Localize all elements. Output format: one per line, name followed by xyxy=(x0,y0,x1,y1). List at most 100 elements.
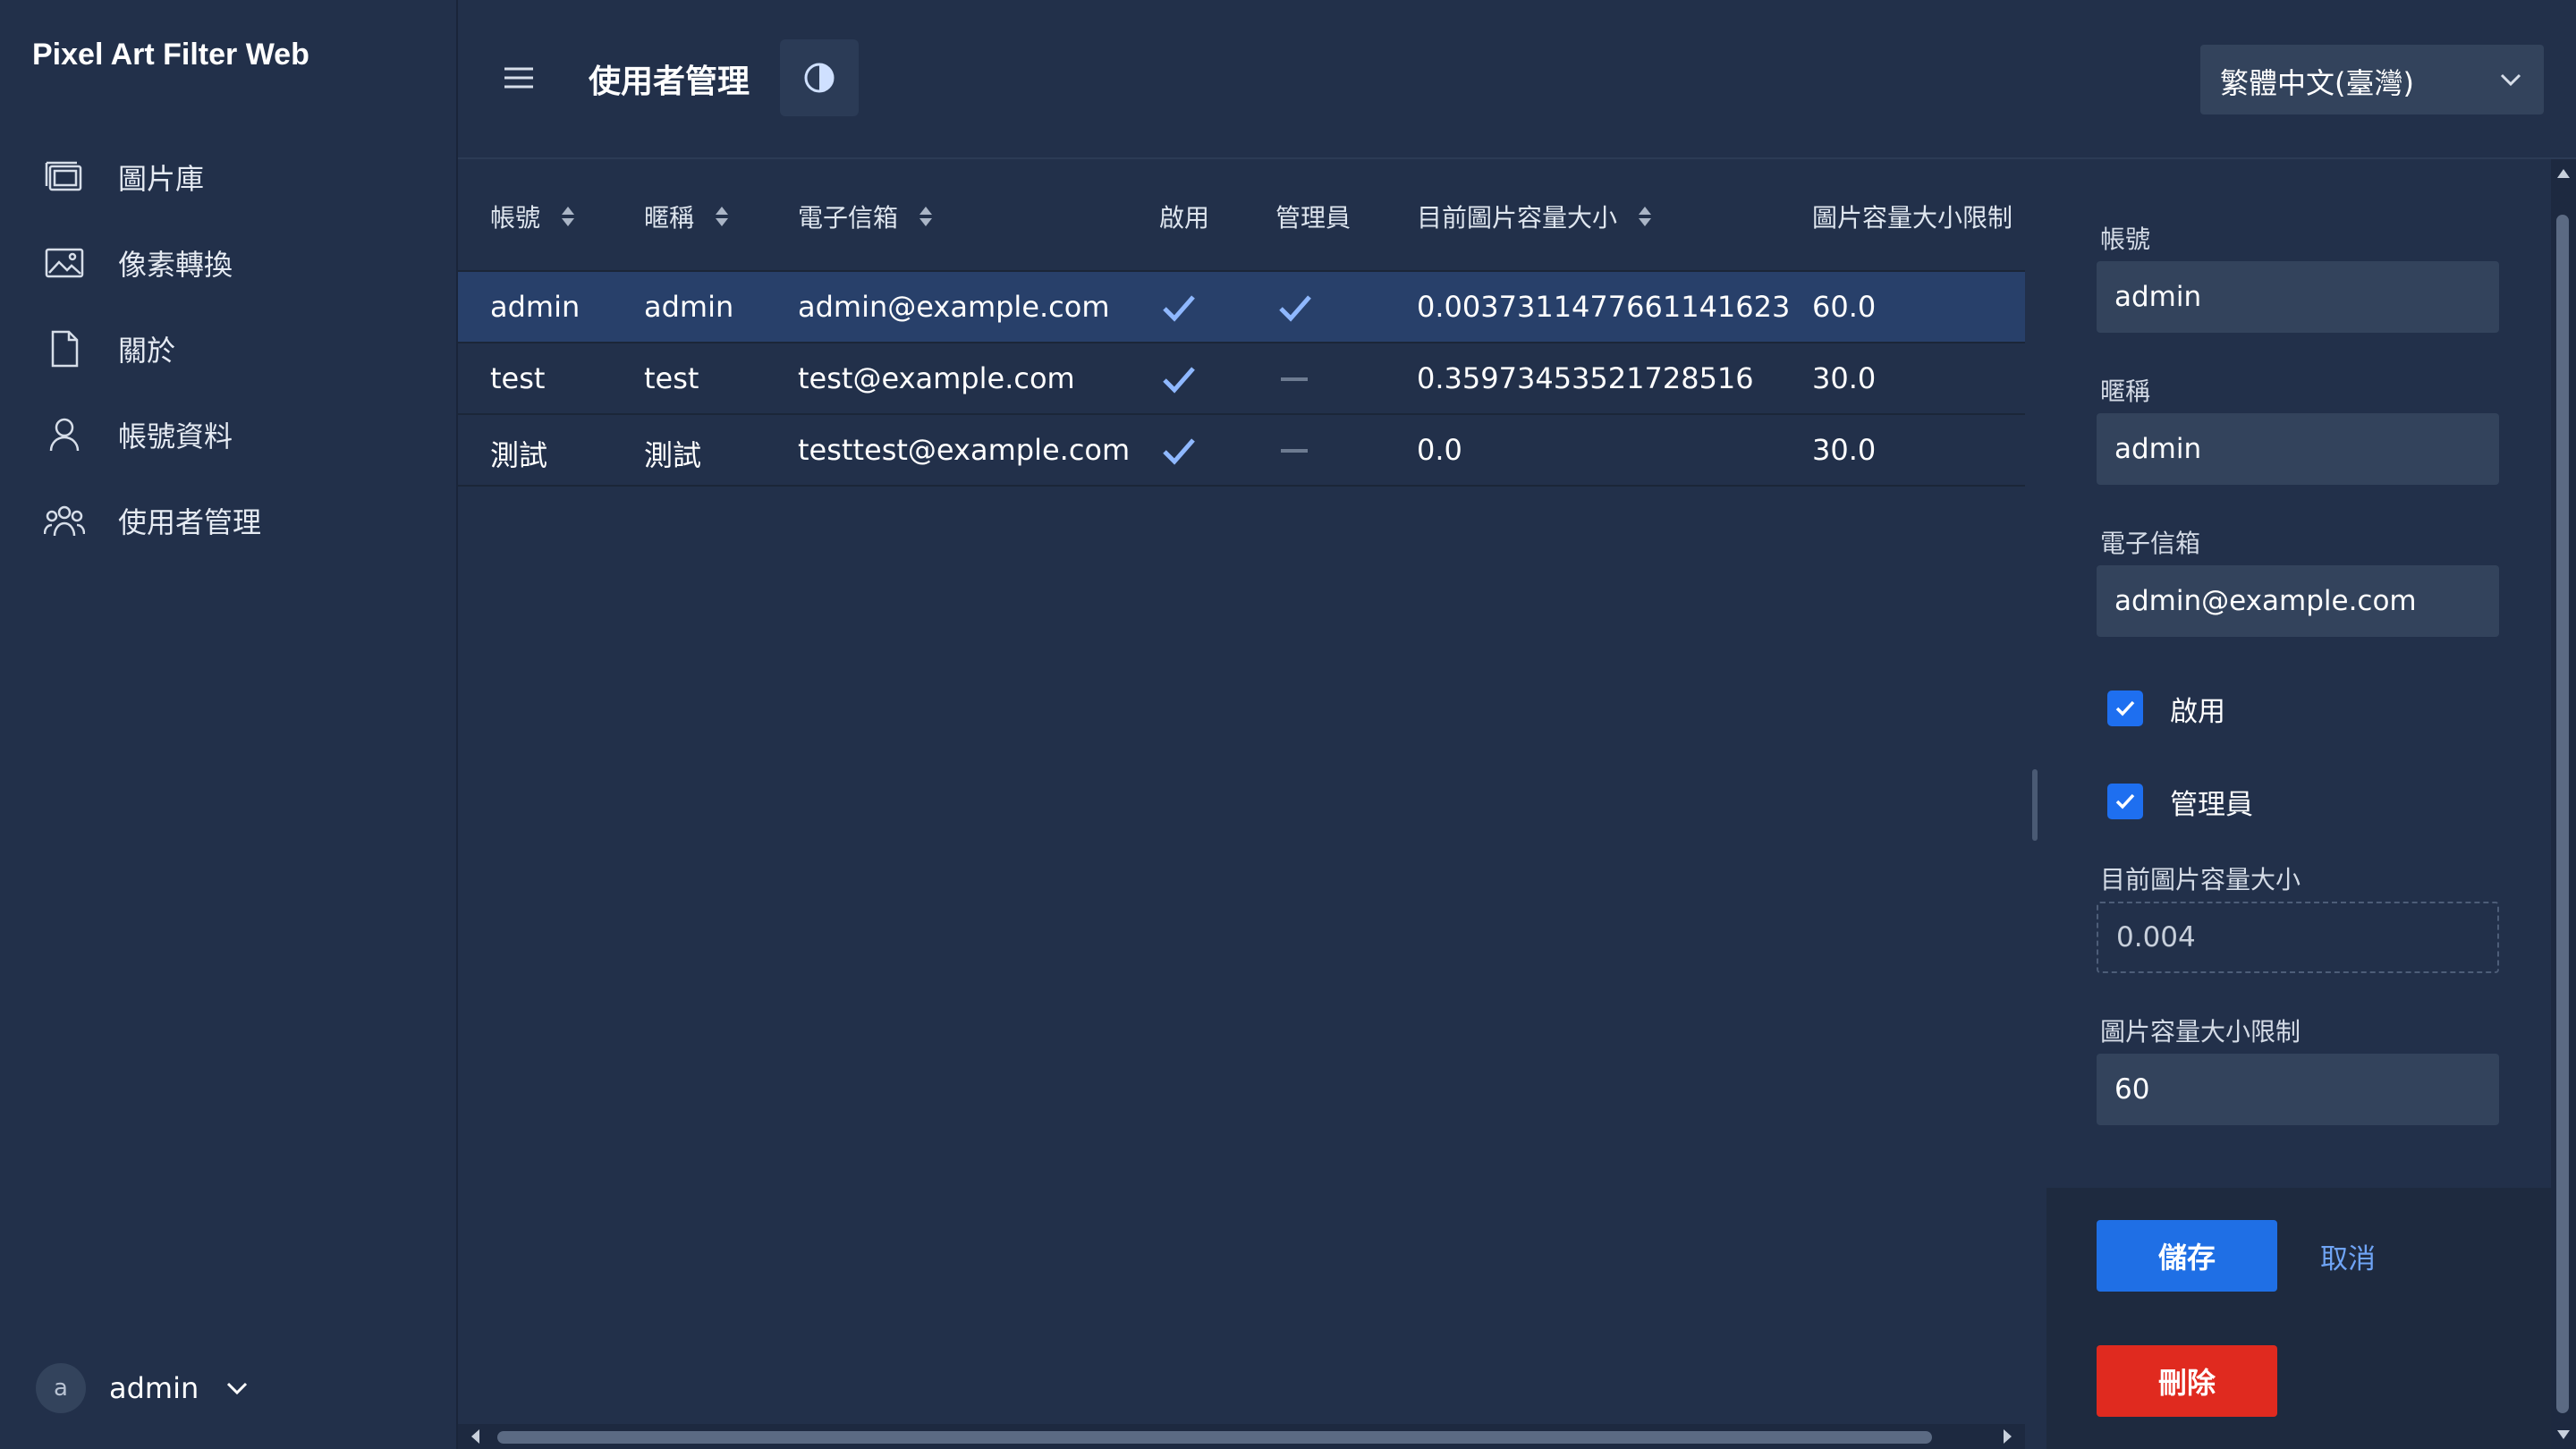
column-header-account[interactable]: 帳號 xyxy=(490,199,576,234)
column-label: 電子信箱 xyxy=(798,203,899,233)
enabled-label: 啟用 xyxy=(2170,695,2225,728)
cell-usage: 0.35973453521728516 xyxy=(1417,361,1754,395)
gallery-icon xyxy=(43,156,86,199)
cell-account: 測試 xyxy=(490,438,548,472)
cell-limit: 30.0 xyxy=(1812,433,1877,467)
cell-usage: 0.0037311477661141623 xyxy=(1417,290,1791,324)
check-icon xyxy=(1163,295,1195,322)
check-icon xyxy=(2115,793,2135,809)
cell-limit: 60.0 xyxy=(1812,290,1877,324)
cell-account: admin xyxy=(490,290,580,324)
limit-label: 圖片容量大小限制 xyxy=(2100,1017,2301,1046)
column-label: 管理員 xyxy=(1275,203,1352,233)
admin-label: 管理員 xyxy=(2170,788,2253,821)
sidebar-item-pixel-convert[interactable]: 像素轉換 xyxy=(0,227,456,299)
scrollbar-thumb[interactable] xyxy=(497,1431,1932,1444)
sidebar-item-about[interactable]: 關於 xyxy=(0,313,456,385)
delete-button[interactable]: 刪除 xyxy=(2097,1345,2277,1417)
resize-handle[interactable] xyxy=(2032,769,2038,841)
language-select[interactable]: 繁體中文(臺灣) xyxy=(2200,45,2544,114)
cell-account: test xyxy=(490,361,546,395)
scrollbar-thumb[interactable] xyxy=(2556,215,2569,1413)
users-table: 帳號 暱稱 電子信箱 啟用 管理員 目前圖片容量大小 圖片容量大小限制 admi… xyxy=(458,159,2025,1428)
sidebar-item-user-management[interactable]: 使用者管理 xyxy=(0,485,456,556)
enabled-checkbox-row[interactable]: 啟用 xyxy=(2107,687,2225,730)
scroll-down-icon xyxy=(2557,1430,2570,1439)
column-header-usage[interactable]: 目前圖片容量大小 xyxy=(1417,199,1653,234)
sidebar-item-label: 使用者管理 xyxy=(118,505,262,539)
cancel-button[interactable]: 取消 xyxy=(2320,1236,2376,1276)
page-title: 使用者管理 xyxy=(589,64,750,100)
column-header-email[interactable]: 電子信箱 xyxy=(798,199,934,234)
sidebar-item-account[interactable]: 帳號資料 xyxy=(0,399,456,470)
cell-nickname: 測試 xyxy=(644,438,702,472)
account-label: 帳號 xyxy=(2100,225,2151,254)
table-row[interactable]: admin admin admin@example.com 0.00373114… xyxy=(458,272,2025,343)
column-label: 目前圖片容量大小 xyxy=(1417,203,1618,233)
cell-email: testtest@example.com xyxy=(798,433,1131,467)
sidebar: Pixel Art Filter Web 圖片庫 像素轉換 關於 帳號資料 使用… xyxy=(0,0,458,1449)
cell-email: test@example.com xyxy=(798,361,1075,395)
limit-input[interactable] xyxy=(2097,1054,2499,1125)
hamburger-icon xyxy=(504,67,533,89)
chevron-down-icon xyxy=(224,1375,250,1402)
sidebar-item-label: 圖片庫 xyxy=(118,162,205,196)
save-button[interactable]: 儲存 xyxy=(2097,1220,2277,1292)
column-label: 帳號 xyxy=(490,203,541,233)
usage-label: 目前圖片容量大小 xyxy=(2100,865,2301,894)
nickname-label: 暱稱 xyxy=(2100,377,2151,406)
table-row[interactable]: 測試 測試 testtest@example.com 0.0 30.0 xyxy=(458,415,2025,487)
check-icon xyxy=(1163,367,1195,394)
menu-button[interactable] xyxy=(499,55,538,100)
theme-toggle-button[interactable] xyxy=(780,39,859,116)
vertical-scrollbar[interactable] xyxy=(2551,159,2576,1449)
sort-icon xyxy=(919,207,933,226)
horizontal-scrollbar[interactable] xyxy=(458,1424,2025,1449)
check-icon xyxy=(1163,438,1195,465)
account-input[interactable] xyxy=(2097,261,2499,333)
top-bar: 使用者管理 繁體中文(臺灣) xyxy=(458,0,2576,159)
table-row[interactable]: test test test@example.com 0.35973453521… xyxy=(458,343,2025,415)
cell-nickname: test xyxy=(644,361,699,395)
email-input[interactable] xyxy=(2097,565,2499,637)
user-menu[interactable]: a admin xyxy=(36,1360,250,1417)
email-label: 電子信箱 xyxy=(2100,529,2201,558)
scroll-up-icon xyxy=(2557,169,2570,178)
scroll-left-icon xyxy=(471,1429,479,1444)
cell-limit: 30.0 xyxy=(1812,361,1877,395)
cell-nickname: admin xyxy=(644,290,734,324)
users-icon xyxy=(43,499,86,542)
sidebar-item-label: 帳號資料 xyxy=(118,419,233,453)
sort-icon xyxy=(716,207,729,226)
enabled-checkbox[interactable] xyxy=(2107,691,2143,726)
usage-input xyxy=(2097,902,2499,973)
column-header-enabled: 啟用 xyxy=(1159,199,1209,234)
user-name: admin xyxy=(109,1371,199,1405)
cell-email: admin@example.com xyxy=(798,290,1110,324)
column-header-limit: 圖片容量大小限制 xyxy=(1812,199,2012,234)
check-icon xyxy=(2115,700,2135,716)
table-header: 帳號 暱稱 電子信箱 啟用 管理員 目前圖片容量大小 圖片容量大小限制 xyxy=(458,159,2025,272)
sidebar-item-label: 像素轉換 xyxy=(118,248,233,282)
sort-icon xyxy=(1639,207,1652,226)
user-icon xyxy=(43,413,86,456)
language-value: 繁體中文(臺灣) xyxy=(2220,66,2414,100)
admin-checkbox[interactable] xyxy=(2107,784,2143,819)
cell-usage: 0.0 xyxy=(1417,433,1462,467)
admin-checkbox-row[interactable]: 管理員 xyxy=(2107,780,2253,823)
contrast-icon xyxy=(804,63,835,93)
dash-icon xyxy=(1281,377,1308,381)
edit-form: 帳號 暱稱 電子信箱 啟用 管理員 目前圖片容量大小 圖片容量大小限制 xyxy=(2046,159,2551,1188)
column-header-nickname[interactable]: 暱稱 xyxy=(644,199,730,234)
sort-icon xyxy=(562,207,575,226)
sidebar-item-gallery[interactable]: 圖片庫 xyxy=(0,141,456,213)
edit-panel: 帳號 暱稱 電子信箱 啟用 管理員 目前圖片容量大小 圖片容量大小限制 儲存 取… xyxy=(2046,159,2551,1449)
app-title: Pixel Art Filter Web xyxy=(32,38,309,72)
column-label: 啟用 xyxy=(1159,203,1210,233)
document-icon xyxy=(43,327,86,370)
column-header-admin: 管理員 xyxy=(1275,199,1351,234)
chevron-down-icon xyxy=(2497,66,2524,93)
scroll-right-icon xyxy=(2004,1429,2012,1444)
nickname-input[interactable] xyxy=(2097,413,2499,485)
avatar: a xyxy=(36,1363,86,1413)
